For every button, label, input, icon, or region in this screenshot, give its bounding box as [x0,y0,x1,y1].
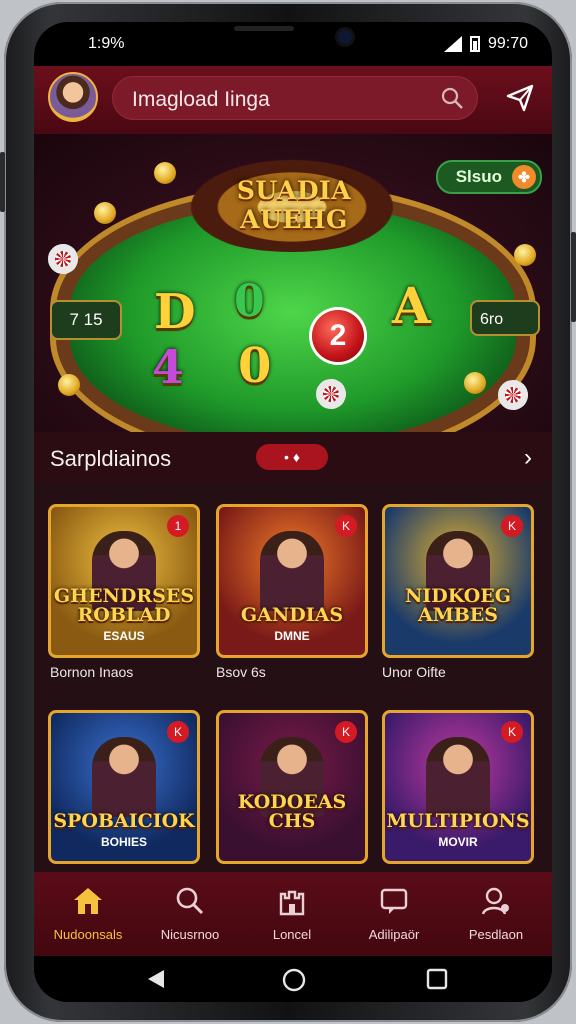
game-label: Bsov 6s [216,664,266,680]
badge: K [167,721,189,743]
hero-chip-right: 6ro [470,300,540,336]
game-card[interactable]: K SPOBAICIOK BOHIES [48,710,200,864]
nav-item-home[interactable]: Nudoonsals [38,872,138,956]
phone-frame: 1:9% 99:70 Imagload Iinga SUADIA AUEHG S… [0,2,576,1022]
game-subtitle: ESAUS [103,629,145,643]
app-screen: Imagload Iinga SUADIA AUEHG Slsuo ✤ 7 15… [34,66,552,956]
gold-coin [464,372,486,394]
casino-chip [498,380,528,410]
hero-badge-label: Slsuo [455,167,502,186]
game-card[interactable]: K GANDIAS DMNE [216,504,368,658]
home-button-icon[interactable] [282,968,306,992]
hero-title: SUADIA AUEHG [236,176,352,234]
hero-chip-left: 7 15 [50,300,122,340]
gold-coin [154,162,176,184]
nav-item-castle[interactable]: Loncel [242,872,342,956]
recents-icon[interactable] [426,968,448,990]
hero-symbol: A [392,276,431,335]
casino-chip [316,379,346,409]
game-title: SPOBAICIOK [53,810,195,832]
back-icon[interactable] [146,968,166,990]
game-grid: 1 GHENDRSES ROBLAD ESAUS Bornon Inaos K … [34,482,552,872]
game-card[interactable]: K MULTIPIONS MOVIR [382,710,534,864]
status-indicators: 99:70 [443,35,528,53]
status-time-left: 1:9% [88,35,125,52]
game-subtitle: BOHIES [100,835,147,849]
volume-button [0,152,5,212]
search-input[interactable]: Imagload Iinga [132,88,270,112]
castle-icon [279,890,305,916]
chat-icon [380,888,408,914]
clover-icon: ✤ [512,165,536,189]
bottom-nav: Nudoonsals Nicusrnoo Loncel Adilipaör Pe… [34,872,552,956]
power-button [571,232,576,322]
game-card[interactable]: K KODOEAS CHS [216,710,368,864]
number-ball: 2 [312,310,364,362]
status-bar: 1:9% 99:70 [34,22,552,66]
game-title: NIDKOEG AMBES [405,585,511,626]
system-nav-bar [34,956,552,1002]
nav-item-search[interactable]: Nicusrnoo [140,872,240,956]
game-title: GANDIAS [240,604,344,626]
game-title: MULTIPIONS [386,810,530,832]
search-icon [176,887,204,915]
hero-banner[interactable]: SUADIA AUEHG Slsuo ✤ 7 15 6ro D 4 0 0 A … [34,134,552,432]
badge: K [501,515,523,537]
home-icon [74,888,102,914]
game-card[interactable]: K NIDKOEG AMBES [382,504,534,658]
send-icon[interactable] [504,82,536,114]
hero-symbol: D [154,284,196,340]
status-time-right: 99:70 [487,35,528,52]
avatar[interactable] [48,72,98,122]
screen: 1:9% 99:70 Imagload Iinga SUADIA AUEHG S… [34,22,552,1002]
hero-symbol: 0 [238,338,272,394]
nav-label: Pesdlaon [468,927,524,942]
badge: K [335,721,357,743]
game-subtitle: MOVIR [438,835,478,849]
hero-badge[interactable]: Slsuo ✤ [435,160,542,194]
character-figure [260,531,324,611]
game-title: KODOEAS CHS [237,791,347,832]
game-label: Unor Oifte [382,664,446,680]
game-title: GHENDRSES ROBLAD [53,585,195,626]
game-card[interactable]: 1 GHENDRSES ROBLAD ESAUS [48,504,200,658]
nav-item-profile[interactable]: Pesdlaon [446,872,546,956]
casino-chip [48,244,78,274]
character-figure [92,737,156,817]
search-bar[interactable]: Imagload Iinga [112,76,478,120]
section-tag[interactable]: • ♦ [256,444,328,470]
section-title: Sarpldiainos [50,446,172,471]
nav-label: Nicusrnoo [160,927,220,942]
game-subtitle: DMNE [274,629,310,643]
chevron-right-icon[interactable]: › [524,444,532,472]
top-bar: Imagload Iinga [34,66,552,134]
gold-coin [514,244,536,266]
nav-label: Nudoonsals [53,927,123,942]
gold-coin [58,374,80,396]
hero-symbol: 4 [152,340,185,394]
badge: K [501,721,523,743]
game-label: Bornon Inaos [50,664,134,680]
search-icon[interactable] [440,86,464,110]
badge: K [335,515,357,537]
nav-item-chat[interactable]: Adilipaör [344,872,444,956]
hero-symbol: 0 [234,276,265,327]
badge: 1 [167,515,189,537]
signal-icon [443,36,462,52]
gold-coin [94,202,116,224]
character-figure [426,737,490,817]
profile-icon [481,887,509,915]
nav-label: Loncel [272,927,312,942]
nav-label: Adilipaör [368,927,420,942]
battery-icon [469,36,480,52]
section-header: Sarpldiainos • ♦ › [34,432,552,482]
